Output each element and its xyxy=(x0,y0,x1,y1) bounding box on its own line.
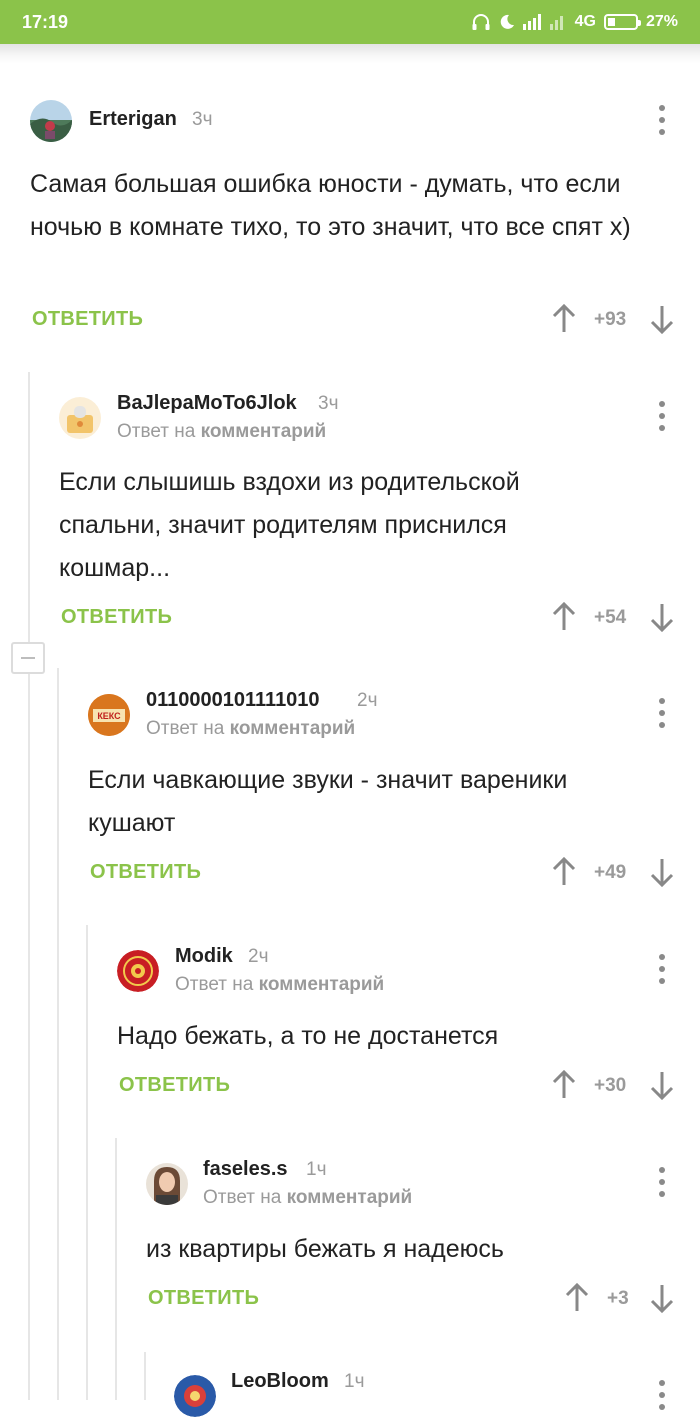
reply-button[interactable]: ОТВЕТИТЬ xyxy=(119,1074,230,1097)
status-time: 17:19 xyxy=(22,12,69,32)
thread-line xyxy=(144,1352,146,1400)
comment-age: 2ч xyxy=(248,946,269,967)
reply-to-label: Ответ на комментарий xyxy=(203,1187,413,1208)
comment-score: +3 xyxy=(607,1288,629,1309)
thread-line xyxy=(86,925,88,1400)
comment-author[interactable]: 0110000101111010 xyxy=(146,689,320,712)
thread-line xyxy=(28,372,30,642)
headphones-icon xyxy=(472,14,490,30)
comment-author[interactable]: Modik xyxy=(175,945,233,968)
downvote-arrow-icon[interactable] xyxy=(650,1070,674,1100)
reply-to-comment-link[interactable]: комментарий xyxy=(201,421,327,442)
comment-age: 1ч xyxy=(306,1159,327,1180)
status-bar: 17:19 4G 27% xyxy=(0,0,700,44)
reply-button[interactable]: ОТВЕТИТЬ xyxy=(32,308,143,331)
reply-button[interactable]: ОТВЕТИТЬ xyxy=(148,1287,259,1310)
more-options-icon[interactable] xyxy=(652,1167,672,1197)
comment-author[interactable]: Erterigan xyxy=(89,108,177,131)
comment-age: 1ч xyxy=(344,1371,365,1392)
comment-age: 2ч xyxy=(357,690,378,711)
comment-score: +49 xyxy=(594,862,627,883)
reply-to-comment-link[interactable]: комментарий xyxy=(259,974,385,995)
thread-line xyxy=(28,674,30,1400)
avatar[interactable] xyxy=(174,1375,216,1417)
comment-score: +30 xyxy=(594,1075,627,1096)
avatar[interactable] xyxy=(30,100,72,142)
avatar-logo-text: КЕКС xyxy=(97,711,121,721)
comment-text: из квартиры бежать я надеюсь xyxy=(146,1235,504,1263)
comment-score: +54 xyxy=(594,607,627,628)
network-type: 4G xyxy=(574,13,596,30)
downvote-arrow-icon[interactable] xyxy=(650,602,674,632)
upvote-arrow-icon[interactable] xyxy=(552,304,576,334)
comment-text: Самая большая ошибка юности - думать, чт… xyxy=(30,170,631,241)
upvote-arrow-icon[interactable] xyxy=(552,857,576,887)
comment-score: +93 xyxy=(594,309,627,330)
reply-to-label: Ответ на комментарий xyxy=(146,718,356,739)
battery-percent: 27% xyxy=(645,13,678,30)
downvote-arrow-icon[interactable] xyxy=(650,304,674,334)
more-options-icon[interactable] xyxy=(652,105,672,135)
collapse-thread-button[interactable] xyxy=(11,642,45,674)
signal-roaming-icon xyxy=(549,16,563,30)
avatar[interactable]: КЕКС xyxy=(88,694,130,736)
avatar[interactable] xyxy=(59,397,101,439)
reply-to-label: Ответ на комментарий xyxy=(117,421,327,442)
reply-to-label: Ответ на комментарий xyxy=(175,974,385,995)
header-shadow xyxy=(0,44,700,64)
comment-author[interactable]: LeoBloom xyxy=(231,1370,329,1393)
avatar[interactable] xyxy=(146,1163,188,1205)
comment-text: Если слышишь вздохи из родительской спал… xyxy=(59,468,520,582)
reply-to-comment-link[interactable]: комментарий xyxy=(287,1187,413,1208)
reply-button[interactable]: ОТВЕТИТЬ xyxy=(90,861,201,884)
more-options-icon[interactable] xyxy=(652,1380,672,1410)
more-options-icon[interactable] xyxy=(652,401,672,431)
avatar[interactable] xyxy=(117,950,159,992)
moon-icon xyxy=(500,14,514,29)
signal-icon xyxy=(522,14,541,30)
upvote-arrow-icon[interactable] xyxy=(552,602,576,632)
comment-text: Если чавкающие звуки - значит вареники к… xyxy=(88,766,568,837)
downvote-arrow-icon[interactable] xyxy=(650,857,674,887)
battery-icon xyxy=(603,14,641,30)
reply-button[interactable]: ОТВЕТИТЬ xyxy=(61,606,172,629)
upvote-arrow-icon[interactable] xyxy=(552,1070,576,1100)
thread-line xyxy=(57,668,59,1400)
upvote-arrow-icon[interactable] xyxy=(565,1283,589,1313)
comment-author[interactable]: faseles.s xyxy=(203,1158,288,1181)
comment-text: Надо бежать, а то не достанется xyxy=(117,1022,499,1050)
comment-age: 3ч xyxy=(192,109,213,130)
thread-line xyxy=(115,1138,117,1400)
comment-age: 3ч xyxy=(318,393,339,414)
downvote-arrow-icon[interactable] xyxy=(650,1283,674,1313)
comment-author[interactable]: BaJlepaMoTo6Jlok xyxy=(117,392,297,415)
reply-to-comment-link[interactable]: комментарий xyxy=(230,718,356,739)
more-options-icon[interactable] xyxy=(652,954,672,984)
more-options-icon[interactable] xyxy=(652,698,672,728)
